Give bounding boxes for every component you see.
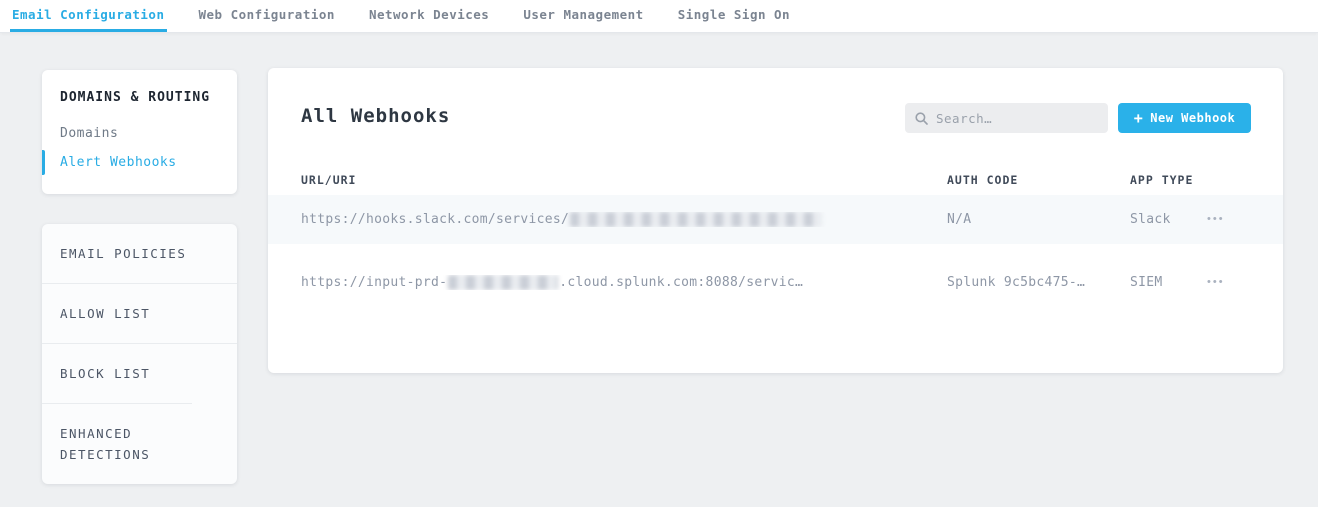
auth-code-cell: Splunk 9c5bc475-… bbox=[947, 275, 1130, 290]
redacted-url-segment bbox=[448, 275, 558, 290]
sidebar-item-alert-webhooks[interactable]: Alert Webhooks bbox=[42, 148, 237, 177]
row-actions-menu-icon[interactable]: ••• bbox=[1207, 273, 1247, 292]
webhook-url-suffix: .cloud.splunk.com:8088/servic… bbox=[559, 275, 803, 290]
domains-routing-title: DOMAINS & ROUTING bbox=[42, 90, 237, 105]
tab-email-configuration[interactable]: Email Configuration bbox=[10, 0, 167, 32]
webhook-url-text: https://hooks.slack.com/services/ bbox=[301, 212, 569, 227]
page-title: All Webhooks bbox=[301, 105, 450, 127]
new-webhook-button[interactable]: + New Webhook bbox=[1118, 103, 1251, 133]
sidebar-item-block-list[interactable]: BLOCK LIST bbox=[42, 343, 237, 403]
table-header-row: URL/URI AUTH CODE APP TYPE bbox=[268, 165, 1283, 195]
search-box bbox=[905, 103, 1108, 133]
app-type-cell: SIEM bbox=[1130, 275, 1207, 290]
sidebar-section-list: EMAIL POLICIES ALLOW LIST BLOCK LIST ENH… bbox=[42, 224, 237, 484]
column-header-auth-code: AUTH CODE bbox=[947, 173, 1130, 187]
table-row: https://input-prd- .cloud.splunk.com:808… bbox=[268, 253, 1283, 311]
auth-code-cell: N/A bbox=[947, 212, 1130, 227]
search-input[interactable] bbox=[936, 111, 1098, 126]
new-webhook-button-label: New Webhook bbox=[1150, 111, 1235, 125]
webhooks-panel: All Webhooks + New Webhook URL/URI AUTH … bbox=[268, 68, 1283, 373]
tab-user-management[interactable]: User Management bbox=[521, 0, 645, 32]
sidebar-item-enhanced-detections[interactable]: ENHANCED DETECTIONS bbox=[42, 403, 192, 484]
tab-single-sign-on[interactable]: Single Sign On bbox=[676, 0, 792, 32]
tab-network-devices[interactable]: Network Devices bbox=[367, 0, 491, 32]
tab-web-configuration[interactable]: Web Configuration bbox=[197, 0, 337, 32]
row-actions-menu-icon[interactable]: ••• bbox=[1207, 210, 1247, 229]
redacted-url-segment bbox=[570, 212, 822, 227]
column-header-app-type: APP TYPE bbox=[1130, 173, 1207, 187]
plus-icon: + bbox=[1134, 111, 1144, 126]
webhook-url-cell: https://hooks.slack.com/services/ bbox=[301, 212, 947, 227]
sidebar-item-allow-list[interactable]: ALLOW LIST bbox=[42, 283, 237, 343]
column-header-url: URL/URI bbox=[301, 173, 947, 187]
webhook-url-text: https://input-prd- bbox=[301, 275, 447, 290]
search-icon bbox=[915, 112, 928, 125]
webhooks-table: URL/URI AUTH CODE APP TYPE https://hooks… bbox=[268, 165, 1283, 311]
domains-routing-card: DOMAINS & ROUTING Domains Alert Webhooks bbox=[42, 70, 237, 194]
table-row: https://hooks.slack.com/services/ N/A Sl… bbox=[268, 195, 1283, 244]
app-type-cell: Slack bbox=[1130, 212, 1207, 227]
webhook-url-cell: https://input-prd- .cloud.splunk.com:808… bbox=[301, 275, 947, 290]
sidebar-item-email-policies[interactable]: EMAIL POLICIES bbox=[42, 224, 237, 283]
top-tab-bar: Email Configuration Web Configuration Ne… bbox=[0, 0, 1318, 33]
sidebar-item-domains[interactable]: Domains bbox=[42, 119, 237, 148]
